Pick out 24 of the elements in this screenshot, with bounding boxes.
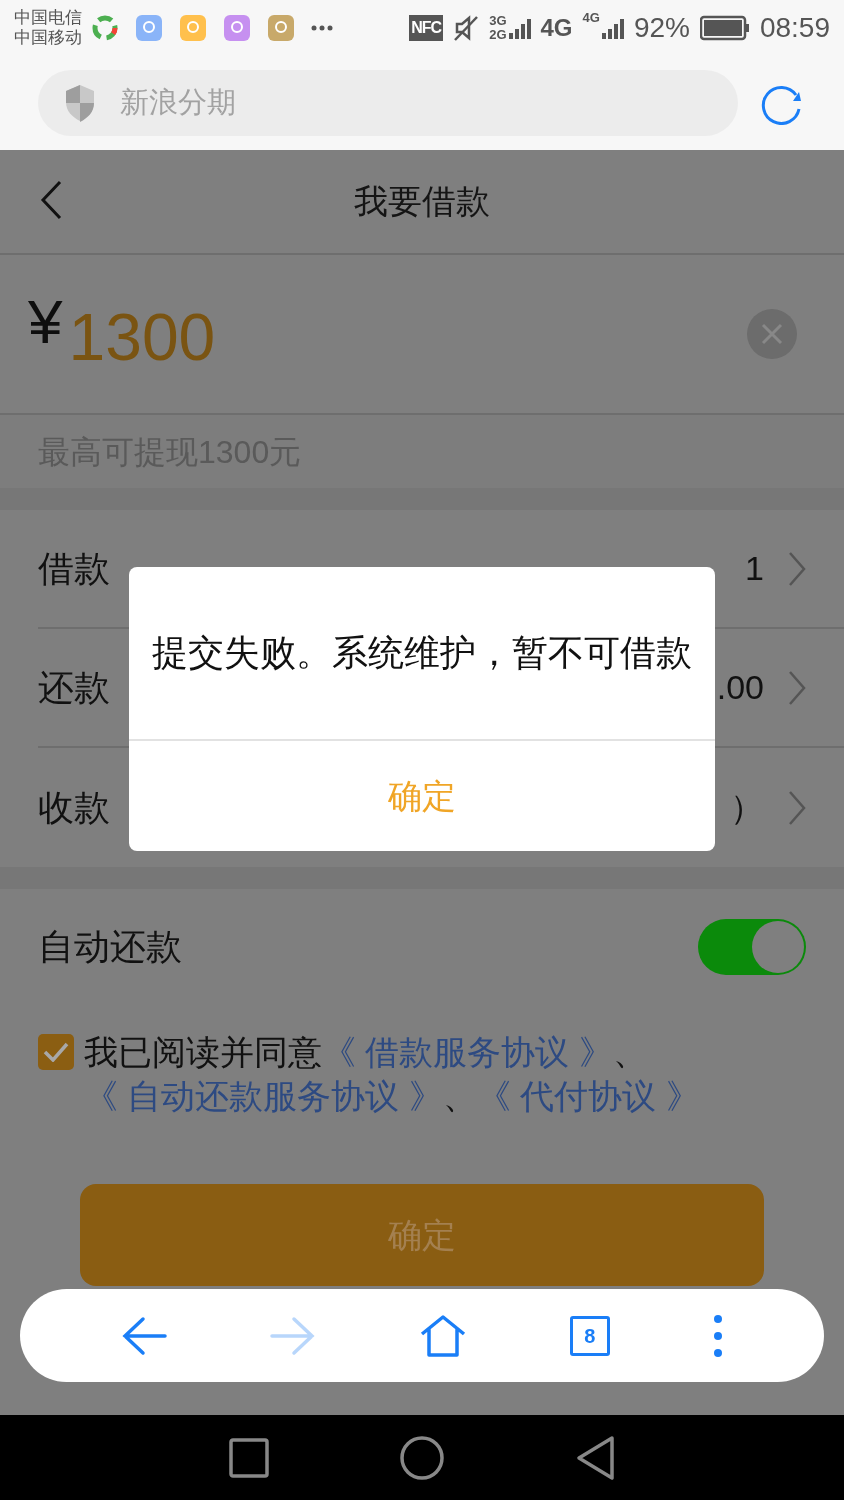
- auto-repay-label: 自动还款: [38, 924, 182, 969]
- header-title: 我要借款: [354, 181, 490, 222]
- carrier-name: 中国电信: [14, 7, 82, 28]
- dialog-message: 提交失败。系统维护，暂不可借款: [152, 631, 692, 675]
- network-label: 4G: [540, 12, 573, 43]
- row-label: 收款: [38, 785, 110, 830]
- row-label: 借款: [38, 546, 110, 591]
- agreement-text: 我已阅读并同意: [84, 1033, 322, 1071]
- separator-text: 、: [612, 1033, 647, 1071]
- network-label: 4G: [582, 9, 600, 27]
- amount-value: 1300: [68, 298, 216, 376]
- row-value: .00: [716, 667, 764, 708]
- battery-level: 92%: [633, 10, 690, 45]
- row-value: 1: [745, 548, 764, 589]
- nfc-label: NFC: [409, 14, 444, 41]
- network-label: 3G: [489, 13, 507, 28]
- network-label: 2G: [489, 27, 507, 42]
- row-label: 还款: [38, 665, 110, 710]
- row-value: ）: [730, 787, 764, 828]
- clock: 08:59: [759, 10, 830, 45]
- page-title: 新浪分期: [120, 84, 236, 120]
- carrier-name: 中国移动: [14, 27, 82, 48]
- currency-symbol: ¥: [28, 291, 63, 353]
- separator-text: 、: [442, 1077, 477, 1115]
